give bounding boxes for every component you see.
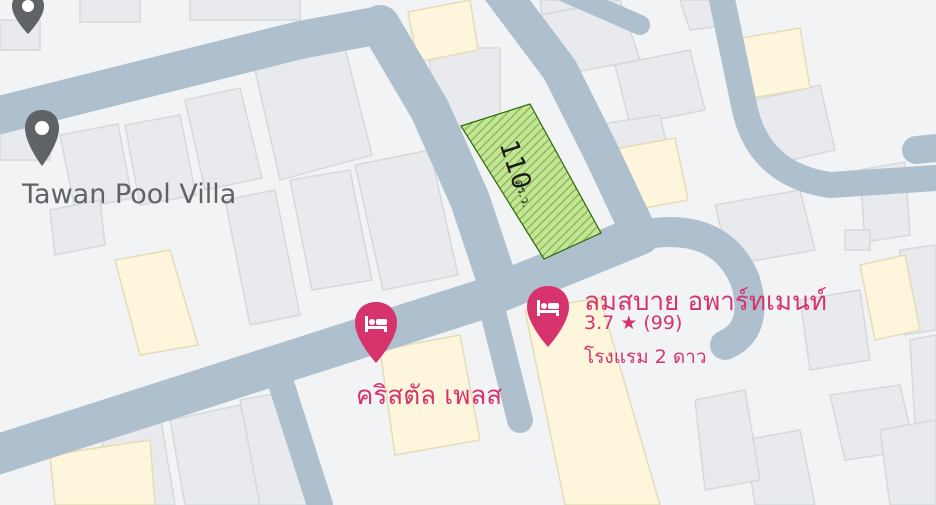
hotel-rating-row: 3.7 ★ (99) bbox=[584, 312, 682, 334]
hotel-label-crystal-place[interactable]: คริสตัล เพลส bbox=[356, 375, 502, 416]
rating-value: 3.7 bbox=[584, 312, 615, 334]
map-view[interactable]: 110 ตร.ว. Tawan Pool Villa คริสตัล เพลส bbox=[0, 0, 936, 505]
place-label-tawan-pool-villa[interactable]: Tawan Pool Villa bbox=[22, 179, 236, 210]
star-icon: ★ bbox=[620, 312, 638, 334]
hotel-category: โรงแรม 2 ดาว bbox=[584, 346, 707, 368]
review-count: (99) bbox=[643, 312, 683, 334]
map-base-layer bbox=[0, 0, 936, 505]
hotel-bed-icon[interactable] bbox=[352, 300, 400, 366]
map-pin-icon[interactable] bbox=[22, 108, 62, 170]
map-pin-icon[interactable] bbox=[8, 0, 48, 38]
hotel-bed-icon[interactable] bbox=[524, 284, 572, 350]
